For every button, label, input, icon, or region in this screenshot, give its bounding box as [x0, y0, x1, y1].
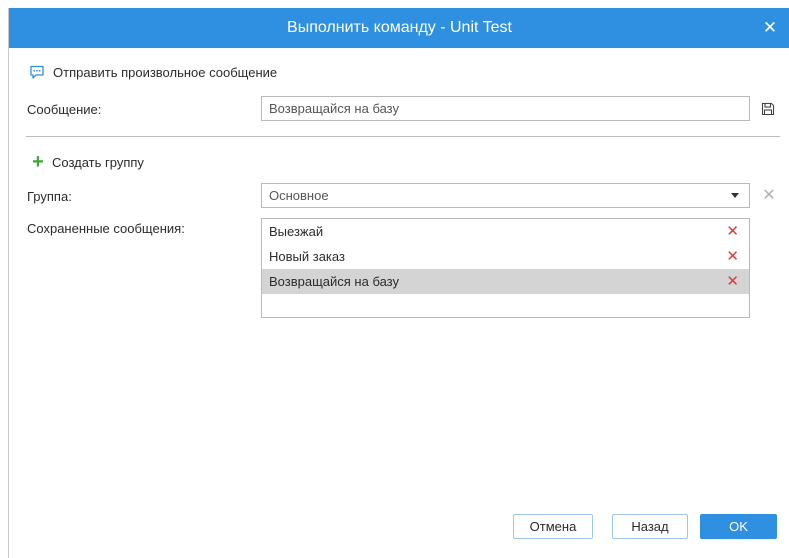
dialog-title: Выполнить команду - Unit Test — [287, 19, 512, 36]
list-item-text: Возвращайся на базу — [269, 274, 399, 289]
list-item[interactable]: Новый заказ ✕ — [262, 244, 749, 269]
dialog-titlebar: Выполнить команду - Unit Test ✕ — [9, 8, 789, 48]
group-label: Группа: — [27, 189, 72, 204]
plus-icon: + — [32, 151, 44, 173]
list-item-text: Выезжай — [269, 224, 324, 239]
list-item-text: Новый заказ — [269, 249, 345, 264]
group-select[interactable]: Основное — [261, 183, 750, 208]
delete-icon[interactable]: ✕ — [726, 244, 739, 269]
save-icon[interactable] — [761, 102, 775, 116]
message-label: Сообщение: — [27, 102, 102, 117]
back-button[interactable]: Назад — [612, 514, 688, 539]
execute-command-dialog: Выполнить команду - Unit Test ✕ Отправит… — [8, 8, 789, 558]
chevron-down-icon — [731, 193, 739, 198]
close-icon[interactable]: ✕ — [762, 19, 778, 36]
cancel-button[interactable]: Отмена — [513, 514, 593, 539]
ok-button[interactable]: OK — [700, 514, 777, 539]
list-item[interactable]: Выезжай ✕ — [262, 219, 749, 244]
list-item-selected[interactable]: Возвращайся на базу ✕ — [262, 269, 749, 294]
create-group-label: Создать группу — [52, 154, 144, 170]
message-input[interactable]: Возвращайся на базу — [261, 96, 750, 121]
saved-messages-label: Сохраненные сообщения: — [27, 221, 185, 236]
divider — [26, 136, 780, 137]
delete-icon[interactable]: ✕ — [726, 219, 739, 244]
saved-messages-list[interactable]: Выезжай ✕ Новый заказ ✕ Возвращайся на б… — [261, 218, 750, 318]
clear-group-icon[interactable]: ✕ — [762, 188, 776, 204]
group-selected-value: Основное — [269, 188, 329, 203]
message-icon — [30, 65, 44, 79]
section-title: Отправить произвольное сообщение — [53, 64, 278, 80]
delete-icon[interactable]: ✕ — [726, 269, 739, 294]
section-header: Отправить произвольное сообщение — [29, 62, 277, 82]
create-group-button[interactable]: + Создать группу — [30, 151, 144, 173]
